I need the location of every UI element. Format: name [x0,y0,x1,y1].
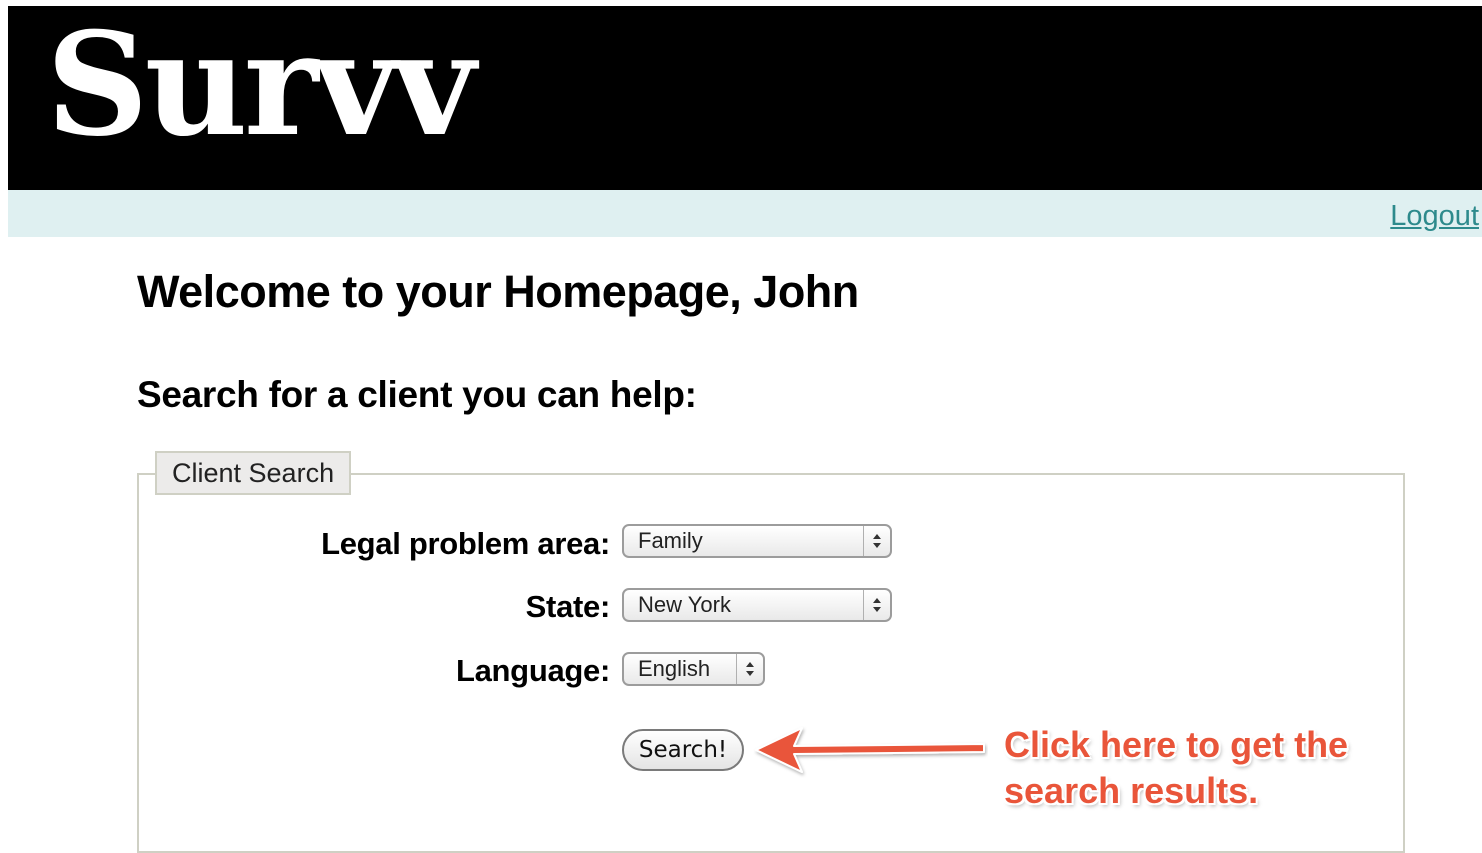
language-value: English [638,656,711,681]
nav-bar: Logout [8,190,1482,237]
language-select[interactable]: English [622,652,765,686]
annotation-line-1: Click here to get the [1004,724,1349,765]
logout-link[interactable]: Logout [1390,200,1479,233]
up-down-chevron-icon [873,598,881,612]
search-button[interactable]: Search! [622,729,744,771]
search-heading: Search for a client you can help: [137,374,697,415]
up-down-chevron-icon [746,662,754,676]
up-down-chevron-icon [873,534,881,548]
state-select[interactable]: New York [622,588,892,622]
annotation-line-2: search results. [1004,770,1259,811]
legal-problem-area-value: Family [638,528,703,553]
legal-problem-area-select[interactable]: Family [622,524,892,558]
state-value: New York [638,592,731,617]
site-header: Survv [8,6,1482,190]
legal-problem-area-label: Legal problem area: [321,526,610,561]
annotation-callout: Click here to get the search results. [1004,722,1384,814]
arrow-left-icon [755,727,985,773]
state-label: State: [525,589,611,624]
page-title: Welcome to your Homepage, John [137,266,859,317]
language-label: Language: [455,653,610,688]
client-search-legend: Client Search [155,451,352,495]
site-logo[interactable]: Survv [46,14,476,156]
